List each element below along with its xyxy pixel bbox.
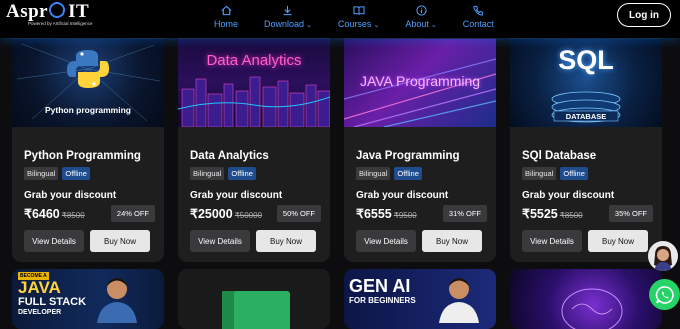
logo-ring-icon [49, 2, 66, 18]
thumbnail-caption: JAVA Programming [359, 73, 481, 89]
course-title: Data Analytics [190, 150, 269, 162]
discount-badge: 31% OFF [442, 205, 487, 222]
thumbnail-caption: GEN AI [349, 276, 411, 296]
chevron-down-icon: ⌄ [373, 22, 380, 29]
phone-icon [473, 4, 484, 17]
tag-offline: Offline [228, 167, 256, 180]
original-price: ₹9500 [393, 211, 417, 220]
home-icon [221, 4, 232, 17]
nav-home-label: Home [214, 19, 239, 29]
buy-now-button[interactable]: Buy Now [588, 230, 648, 252]
course-card-python: Python programming Python Programming Bi… [12, 28, 164, 262]
whatsapp-button[interactable] [649, 279, 680, 310]
course-thumbnail[interactable]: JAVA Programming [344, 39, 496, 127]
buy-now-button[interactable]: Buy Now [90, 230, 150, 252]
original-price: ₹50000 [234, 211, 263, 220]
thumbnail-subcaption: DATABASE [565, 112, 607, 121]
course-card-java: JAVA Programming Java Programming Biling… [344, 28, 496, 262]
course-card-next[interactable] [178, 269, 330, 329]
tag-bilingual: Bilingual [522, 167, 557, 180]
discount-label: Grab your discount [356, 190, 449, 201]
course-thumbnail[interactable]: Python programming [12, 39, 164, 127]
nav-links: Home Download ⌄ Courses ⌄ About ⌄ Contact [214, 4, 520, 29]
nav-download-label: Download [264, 19, 305, 29]
login-button[interactable]: Log in [617, 3, 671, 27]
course-price: ₹25000 [190, 207, 233, 221]
discount-badge: 50% OFF [276, 205, 321, 222]
chat-assistant-avatar[interactable] [648, 241, 678, 271]
thumbnail-caption: Python programming [45, 105, 131, 115]
view-details-button[interactable]: View Details [356, 230, 416, 252]
original-price: ₹8500 [61, 211, 85, 220]
nav-about-label: About [405, 19, 429, 29]
whatsapp-icon [655, 285, 674, 304]
buy-now-button[interactable]: Buy Now [256, 230, 316, 252]
view-details-button[interactable]: View Details [24, 230, 84, 252]
tag-bilingual: Bilingual [356, 167, 391, 180]
brain-icon [561, 288, 623, 329]
course-card-data-analytics: Data Analytics Data Analytics Bilingual … [178, 28, 330, 262]
tag-offline: Offline [394, 167, 422, 180]
nav-contact-label: Contact [462, 19, 494, 29]
instructor-photo [97, 278, 137, 323]
course-title: Python Programming [24, 150, 141, 162]
book-icon [353, 4, 365, 17]
course-thumbnail[interactable]: Data Analytics [178, 39, 330, 127]
info-icon [415, 4, 427, 17]
discount-label: Grab your discount [190, 190, 283, 201]
nav-home[interactable]: Home [214, 4, 238, 29]
course-card-gen-ai[interactable]: GEN AI FOR BEGINNERS [344, 269, 496, 329]
course-title: Java Programming [356, 150, 460, 162]
brand-name: Aspr IT [6, 1, 90, 22]
course-thumbnail[interactable]: SQL DATABASE [510, 39, 662, 127]
nav-about[interactable]: About ⌄ [405, 4, 437, 29]
tag-offline: Offline [62, 167, 90, 180]
discount-label: Grab your discount [522, 190, 615, 201]
view-details-button[interactable]: View Details [190, 230, 250, 252]
original-price: ₹8500 [559, 211, 583, 220]
thumbnail-caption: SQL [558, 45, 614, 75]
discount-badge: 24% OFF [110, 205, 155, 222]
thumbnail-caption: JAVA [18, 278, 61, 297]
assistant-avatar-icon [654, 246, 672, 271]
nav-courses[interactable]: Courses ⌄ [338, 4, 379, 29]
nav-contact[interactable]: Contact [463, 4, 494, 29]
thumbnail-caption: FULL STACK [18, 296, 87, 308]
course-title: SQl Database [522, 150, 597, 162]
excel-logo-icon-layer [234, 291, 290, 329]
thumbnail-caption: Data Analytics [206, 52, 302, 69]
course-price: ₹5525 [522, 207, 558, 221]
thumbnail-caption: FOR BEGINNERS [349, 296, 416, 305]
tag-bilingual: Bilingual [24, 167, 59, 180]
thumbnail-caption: DEVELOPER [18, 309, 62, 316]
nav-download[interactable]: Download ⌄ [264, 4, 312, 29]
brand-logo[interactable]: Aspr IT Powered by Artificial Intelligenc… [6, 1, 93, 26]
tag-bilingual: Bilingual [190, 167, 225, 180]
chevron-down-icon: ⌄ [430, 22, 437, 29]
discount-label: Grab your discount [24, 190, 117, 201]
discount-badge: 35% OFF [608, 205, 653, 222]
course-card-ai-brain[interactable] [510, 269, 662, 329]
download-icon [282, 4, 293, 17]
chevron-down-icon: ⌄ [306, 22, 312, 29]
course-card-sql-database: SQL DATABASE SQl Database Bilingual Offl… [510, 28, 662, 262]
course-price: ₹6460 [24, 207, 60, 221]
nav-courses-label: Courses [337, 19, 372, 29]
course-card-java-full-stack[interactable]: BECOME A JAVA FULL STACK DEVELOPER [12, 269, 164, 329]
instructor-photo [439, 278, 479, 323]
course-price: ₹6555 [356, 207, 392, 221]
buy-now-button[interactable]: Buy Now [422, 230, 482, 252]
tag-offline: Offline [560, 167, 588, 180]
view-details-button[interactable]: View Details [522, 230, 582, 252]
top-navbar: Aspr IT Powered by Artificial Intelligenc… [0, 0, 680, 38]
